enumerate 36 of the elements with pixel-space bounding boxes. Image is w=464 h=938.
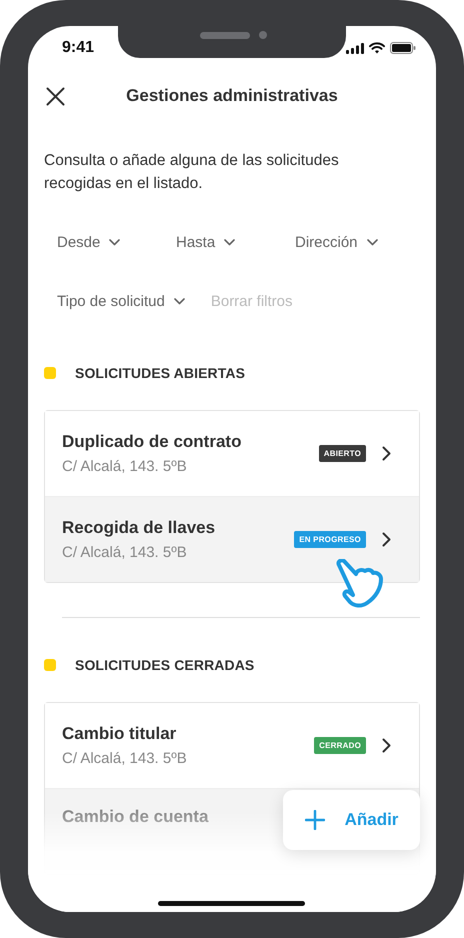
filter-dropdown[interactable]: Tipo de solicitud: [44, 280, 198, 322]
signal-icon: [346, 42, 364, 54]
section-marker-icon: [44, 366, 56, 378]
request-address: C/ Alcalá, 143. 5ºB: [62, 458, 187, 474]
request-title: Cambio de cuenta: [62, 806, 208, 826]
chevron-right-icon: [382, 738, 391, 752]
plus-icon: [304, 810, 325, 830]
status-badge: EN PROGRESO: [294, 530, 366, 548]
section-marker-icon: [44, 658, 56, 670]
request-row[interactable]: Recogida de llaves C/ Alcalá, 143. 5ºB EN PROGRESO: [45, 496, 419, 582]
battery-icon: [390, 42, 416, 54]
request-address: C/ Alcalá, 143. 5ºB: [62, 750, 187, 766]
filter-dropdown[interactable]: Hasta: [163, 222, 248, 262]
request-title: Cambio titular: [62, 724, 176, 744]
chevron-down-icon: [224, 238, 236, 246]
request-title: Duplicado de contrato: [62, 432, 242, 452]
description-text: Consulta o añade alguna de las solicitudes recogidas en el listado.: [44, 151, 340, 194]
section-title: SOLICITUDES ABIERTAS: [75, 364, 246, 380]
filter-dropdown[interactable]: Dirección: [282, 222, 391, 262]
close-icon: [46, 86, 64, 106]
close-button[interactable]: [44, 85, 66, 107]
chevron-down-icon: [366, 238, 378, 246]
chevron-right-icon: [382, 532, 391, 546]
section-title: SOLICITUDES CERRADAS: [75, 656, 254, 672]
request-address: C/ Alcalá, 143. 5ºB: [62, 544, 187, 560]
add-button[interactable]: Añadir: [283, 790, 420, 850]
chevron-down-icon: [174, 298, 185, 304]
filter-dropdown[interactable]: Desde: [44, 222, 134, 262]
wifi-icon: [369, 42, 385, 54]
status-time: 9:41: [62, 39, 94, 57]
status-badge: ABIERTO: [318, 444, 366, 462]
status-badge: CERRADO: [314, 736, 366, 754]
request-title: Recogida de llaves: [62, 518, 216, 538]
chevron-down-icon: [109, 238, 120, 246]
screen-title: Gestiones administrativas: [125, 86, 339, 106]
chevron-right-icon: [382, 446, 391, 460]
